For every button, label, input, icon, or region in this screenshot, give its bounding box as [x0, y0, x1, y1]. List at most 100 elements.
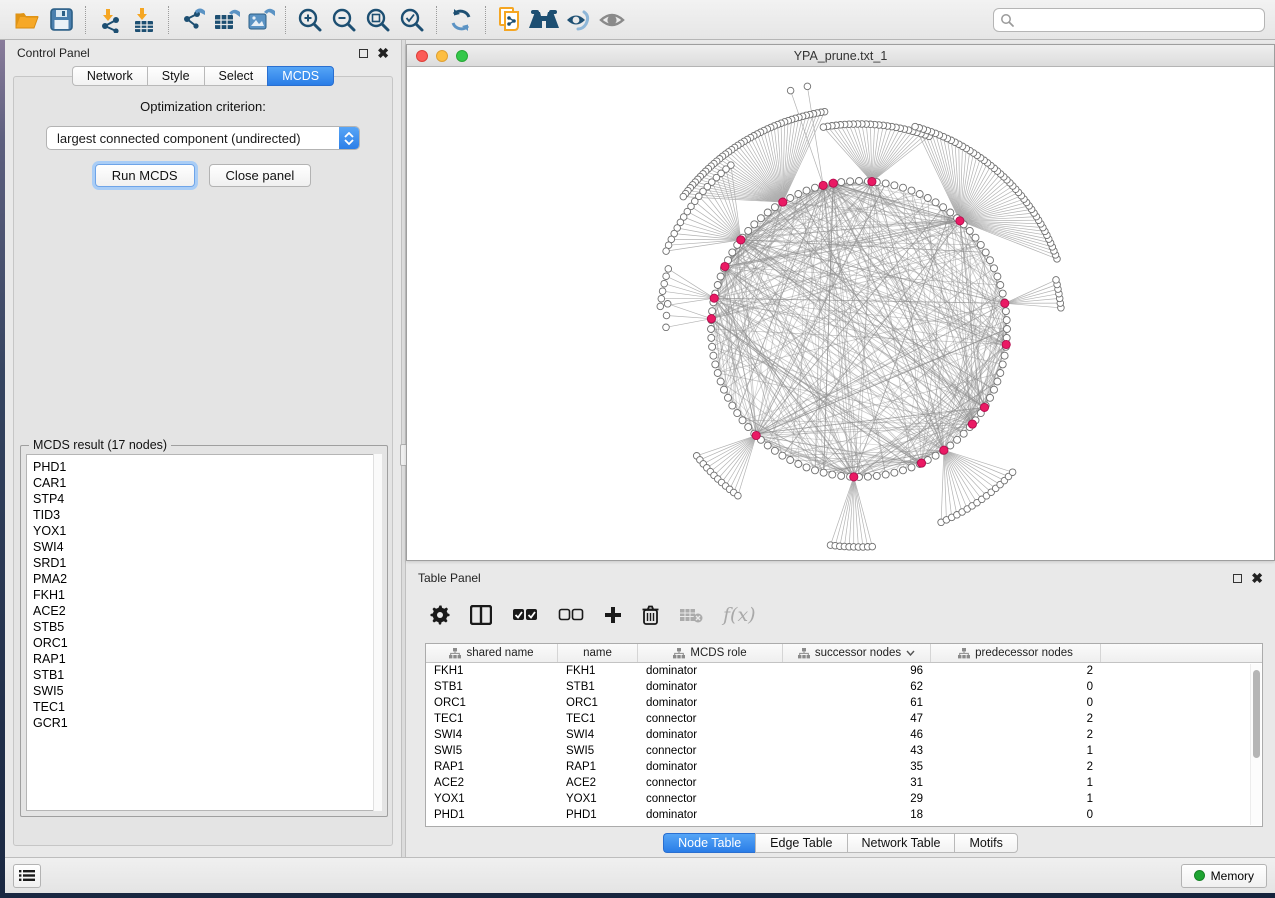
leaf-node[interactable]: [665, 266, 672, 273]
table-tab-network-table[interactable]: Network Table: [847, 833, 955, 853]
network-node[interactable]: [729, 249, 736, 256]
mcds-hub-node[interactable]: [819, 181, 827, 189]
leaf-node[interactable]: [680, 193, 687, 200]
network-node[interactable]: [838, 179, 845, 186]
mcds-result-item[interactable]: SWI4: [33, 539, 381, 555]
show-column-panel-button[interactable]: [470, 605, 492, 625]
network-node[interactable]: [709, 308, 716, 315]
mcds-hub-node[interactable]: [737, 236, 745, 244]
select-all-button[interactable]: [512, 608, 538, 622]
network-node[interactable]: [997, 282, 1004, 289]
network-node[interactable]: [714, 370, 721, 377]
leaf-node[interactable]: [1009, 469, 1016, 476]
deselect-all-button[interactable]: [558, 608, 584, 622]
network-node[interactable]: [838, 472, 845, 479]
network-node[interactable]: [916, 191, 923, 198]
mcds-hub-node[interactable]: [956, 217, 964, 225]
network-node[interactable]: [977, 241, 984, 248]
network-node[interactable]: [787, 195, 794, 202]
network-node[interactable]: [997, 370, 1004, 377]
mcds-result-item[interactable]: TEC1: [33, 699, 381, 715]
network-node[interactable]: [709, 343, 716, 350]
zoom-fit-button[interactable]: [361, 4, 395, 36]
network-node[interactable]: [960, 430, 967, 437]
mcds-result-item[interactable]: SRD1: [33, 555, 381, 571]
mcds-hub-node[interactable]: [980, 403, 988, 411]
network-node[interactable]: [908, 187, 915, 194]
mcds-hub-node[interactable]: [868, 178, 876, 186]
network-node[interactable]: [999, 290, 1006, 297]
mcds-hub-node[interactable]: [1001, 299, 1009, 307]
leaf-node[interactable]: [735, 492, 742, 499]
leaf-node[interactable]: [663, 324, 670, 331]
leaf-node[interactable]: [787, 87, 794, 94]
mcds-hub-node[interactable]: [917, 459, 925, 467]
network-node[interactable]: [991, 265, 998, 272]
export-image-button[interactable]: [244, 4, 278, 36]
leaf-node[interactable]: [804, 83, 811, 90]
network-node[interactable]: [795, 461, 802, 468]
close-panel-icon[interactable]: ✖: [377, 49, 389, 58]
zoom-in-button[interactable]: [293, 4, 327, 36]
network-node[interactable]: [710, 352, 717, 359]
network-node[interactable]: [712, 361, 719, 368]
mcds-result-item[interactable]: CAR1: [33, 475, 381, 491]
task-history-button[interactable]: [13, 864, 41, 888]
close-table-panel-icon[interactable]: ✖: [1251, 574, 1263, 583]
table-row[interactable]: FKH1FKH1dominator962: [426, 663, 1262, 679]
network-node[interactable]: [764, 442, 771, 449]
network-node[interactable]: [982, 249, 989, 256]
table-row[interactable]: YOX1YOX1connector291: [426, 791, 1262, 807]
refresh-button[interactable]: [444, 4, 478, 36]
search-input[interactable]: [1014, 13, 1258, 27]
network-node[interactable]: [771, 447, 778, 454]
float-table-panel-icon[interactable]: [1233, 574, 1242, 583]
column-header-MCDS-role[interactable]: MCDS role: [638, 644, 783, 662]
leaf-node[interactable]: [869, 543, 876, 550]
mcds-hub-node[interactable]: [850, 473, 858, 481]
show-hidden-button[interactable]: [595, 4, 629, 36]
network-node[interactable]: [1002, 308, 1009, 315]
network-node[interactable]: [714, 282, 721, 289]
tab-select[interactable]: Select: [204, 66, 268, 86]
mcds-hub-node[interactable]: [968, 420, 976, 428]
network-node[interactable]: [708, 334, 715, 341]
leaf-node[interactable]: [664, 301, 671, 308]
table-tab-motifs[interactable]: Motifs: [954, 833, 1017, 853]
network-node[interactable]: [779, 452, 786, 459]
mcds-hub-node[interactable]: [752, 431, 760, 439]
zoom-selected-button[interactable]: [395, 4, 429, 36]
mcds-hub-node[interactable]: [710, 294, 718, 302]
network-node[interactable]: [739, 417, 746, 424]
column-header-successor-nodes[interactable]: successor nodes: [783, 644, 931, 662]
toolbar-search[interactable]: [993, 8, 1265, 32]
network-node[interactable]: [940, 204, 947, 211]
delete-column-button[interactable]: [642, 605, 659, 625]
mcds-hub-node[interactable]: [829, 179, 837, 187]
zoom-out-button[interactable]: [327, 4, 361, 36]
mcds-result-item[interactable]: ORC1: [33, 635, 381, 651]
mcds-result-item[interactable]: GCR1: [33, 715, 381, 731]
network-node[interactable]: [873, 472, 880, 479]
first-neighbors-button[interactable]: [527, 4, 561, 36]
mcds-result-item[interactable]: FKH1: [33, 587, 381, 603]
network-node[interactable]: [932, 452, 939, 459]
table-row[interactable]: STB1STB1dominator620: [426, 679, 1262, 695]
mcds-result-item[interactable]: STP4: [33, 491, 381, 507]
network-node[interactable]: [924, 195, 931, 202]
leaf-node[interactable]: [659, 288, 666, 295]
mcds-result-item[interactable]: TID3: [33, 507, 381, 523]
network-node[interactable]: [891, 182, 898, 189]
network-node[interactable]: [721, 386, 728, 393]
table-row[interactable]: ACE2ACE2connector311: [426, 775, 1262, 791]
mcds-result-list[interactable]: PHD1CAR1STP4TID3YOX1SWI4SRD1PMA2FKH1ACE2…: [26, 454, 382, 811]
mcds-result-item[interactable]: SWI5: [33, 683, 381, 699]
leaf-node[interactable]: [1053, 277, 1060, 284]
mcds-result-item[interactable]: ACE2: [33, 603, 381, 619]
network-node[interactable]: [891, 469, 898, 476]
network-node[interactable]: [994, 273, 1001, 280]
leaf-node[interactable]: [657, 303, 664, 310]
network-node[interactable]: [882, 471, 889, 478]
table-scrollbar[interactable]: [1250, 664, 1261, 825]
mcds-result-item[interactable]: STB5: [33, 619, 381, 635]
